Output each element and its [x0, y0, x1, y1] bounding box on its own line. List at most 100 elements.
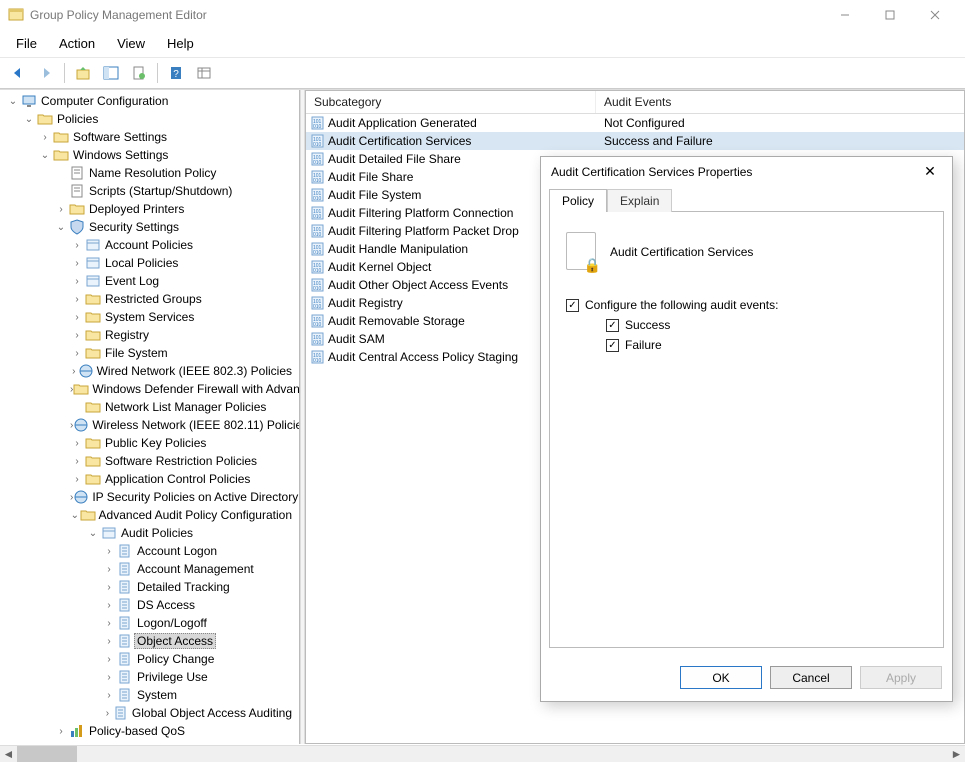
failure-checkbox[interactable]: ✓: [606, 339, 619, 352]
tree-account-policies[interactable]: ›Account Policies: [2, 236, 299, 254]
expand-icon[interactable]: ›: [70, 456, 84, 467]
list-row[interactable]: 101010Audit Application GeneratedNot Con…: [306, 114, 964, 132]
expand-icon[interactable]: ›: [70, 438, 84, 449]
tree-file-system[interactable]: ›File System: [2, 344, 299, 362]
tree-system[interactable]: ›System: [2, 686, 299, 704]
tab-explain[interactable]: Explain: [607, 189, 672, 212]
expand-icon[interactable]: ›: [54, 726, 68, 737]
expand-icon[interactable]: ⌄: [70, 510, 80, 521]
expand-icon[interactable]: ›: [102, 618, 116, 629]
tree-software-restriction[interactable]: ›Software Restriction Policies: [2, 452, 299, 470]
column-subcategory[interactable]: Subcategory: [306, 91, 596, 113]
menu-help[interactable]: Help: [157, 32, 204, 55]
tree-advanced-audit[interactable]: ⌄Advanced Audit Policy Configuration: [2, 506, 299, 524]
tree-ip-security[interactable]: ›IP Security Policies on Active Director…: [2, 488, 299, 506]
tree-local-policies[interactable]: ›Local Policies: [2, 254, 299, 272]
tree-windows-settings[interactable]: ⌄Windows Settings: [2, 146, 299, 164]
tree-object-access[interactable]: ›Object Access: [2, 632, 299, 650]
menu-view[interactable]: View: [107, 32, 155, 55]
tree-detailed-tracking[interactable]: ›Detailed Tracking: [2, 578, 299, 596]
expand-icon[interactable]: ›: [70, 240, 84, 251]
tree-public-key[interactable]: ›Public Key Policies: [2, 434, 299, 452]
expand-icon[interactable]: ›: [70, 294, 84, 305]
expand-icon[interactable]: ›: [70, 258, 84, 269]
tree-policies[interactable]: ⌄Policies: [2, 110, 299, 128]
expand-icon[interactable]: ⌄: [54, 222, 68, 233]
close-button[interactable]: [912, 0, 957, 30]
list-row[interactable]: 101010Audit Certification ServicesSucces…: [306, 132, 964, 150]
expand-icon[interactable]: ⌄: [22, 114, 36, 125]
minimize-button[interactable]: [822, 0, 867, 30]
cancel-button[interactable]: Cancel: [770, 666, 852, 689]
tree-policy-change[interactable]: ›Policy Change: [2, 650, 299, 668]
tree-system-services[interactable]: ›System Services: [2, 308, 299, 326]
tree-scripts[interactable]: ·Scripts (Startup/Shutdown): [2, 182, 299, 200]
tree-admin-templates[interactable]: ›Administrative Templates: Policy defini…: [2, 740, 299, 744]
tree-account-logon[interactable]: ›Account Logon: [2, 542, 299, 560]
tree-item-icon: [84, 399, 102, 415]
configure-checkbox[interactable]: ✓: [566, 299, 579, 312]
expand-icon[interactable]: ›: [70, 330, 84, 341]
expand-icon[interactable]: ›: [38, 132, 52, 143]
expand-icon[interactable]: ›: [102, 654, 116, 665]
success-checkbox[interactable]: ✓: [606, 319, 619, 332]
expand-icon[interactable]: ›: [70, 312, 84, 323]
tree-restricted-groups[interactable]: ›Restricted Groups: [2, 290, 299, 308]
tree-item-icon: [68, 201, 86, 217]
expand-icon[interactable]: ›: [54, 204, 68, 215]
tree-policy-qos[interactable]: ›Policy-based QoS: [2, 722, 299, 740]
expand-icon[interactable]: ⌄: [6, 96, 20, 107]
expand-icon[interactable]: ›: [102, 672, 116, 683]
horizontal-scrollbar[interactable]: ◄ ►: [0, 745, 965, 762]
tree-security-settings[interactable]: ⌄Security Settings: [2, 218, 299, 236]
forward-button[interactable]: [34, 62, 58, 84]
expand-icon[interactable]: ›: [102, 690, 116, 701]
tree-app-control[interactable]: ›Application Control Policies: [2, 470, 299, 488]
expand-icon[interactable]: ›: [70, 348, 84, 359]
tree-defender-firewall[interactable]: ›Windows Defender Firewall with Advanced…: [2, 380, 299, 398]
tree-wireless-network[interactable]: ›Wireless Network (IEEE 802.11) Policies: [2, 416, 299, 434]
back-button[interactable]: [6, 62, 30, 84]
scroll-left-arrow[interactable]: ◄: [0, 746, 17, 762]
show-hide-tree-button[interactable]: [99, 62, 123, 84]
dialog-close-button[interactable]: ✕: [918, 163, 942, 180]
tree-privilege-use[interactable]: ›Privilege Use: [2, 668, 299, 686]
expand-icon[interactable]: ›: [102, 564, 116, 575]
expand-icon[interactable]: ›: [102, 708, 113, 719]
expand-icon[interactable]: ›: [70, 474, 84, 485]
column-audit-events[interactable]: Audit Events: [596, 91, 964, 113]
tree-registry[interactable]: ›Registry: [2, 326, 299, 344]
tree-account-management[interactable]: ›Account Management: [2, 560, 299, 578]
menu-action[interactable]: Action: [49, 32, 105, 55]
tree-name-resolution[interactable]: ·Name Resolution Policy: [2, 164, 299, 182]
expand-icon[interactable]: ›: [70, 366, 78, 377]
tree-event-log[interactable]: ›Event Log: [2, 272, 299, 290]
tree-audit-policies[interactable]: ⌄Audit Policies: [2, 524, 299, 542]
export-list-button[interactable]: [127, 62, 151, 84]
filter-button[interactable]: [192, 62, 216, 84]
tab-policy[interactable]: Policy: [549, 189, 607, 212]
scroll-right-arrow[interactable]: ►: [948, 746, 965, 762]
tree-global-object-access[interactable]: ›Global Object Access Auditing: [2, 704, 299, 722]
expand-icon[interactable]: ›: [70, 276, 84, 287]
apply-button[interactable]: Apply: [860, 666, 942, 689]
expand-icon[interactable]: ⌄: [38, 150, 52, 161]
scroll-thumb[interactable]: [17, 746, 77, 762]
expand-icon[interactable]: ›: [102, 546, 116, 557]
expand-icon[interactable]: ›: [102, 582, 116, 593]
tree-computer-configuration[interactable]: ⌄Computer Configuration: [2, 92, 299, 110]
help-button[interactable]: ?: [164, 62, 188, 84]
expand-icon[interactable]: ›: [102, 600, 116, 611]
tree-deployed-printers[interactable]: ›Deployed Printers: [2, 200, 299, 218]
tree-software-settings[interactable]: ›Software Settings: [2, 128, 299, 146]
expand-icon[interactable]: ⌄: [86, 528, 100, 539]
ok-button[interactable]: OK: [680, 666, 762, 689]
tree-network-list[interactable]: ·Network List Manager Policies: [2, 398, 299, 416]
maximize-button[interactable]: [867, 0, 912, 30]
tree-logon-logoff[interactable]: ›Logon/Logoff: [2, 614, 299, 632]
menu-file[interactable]: File: [6, 32, 47, 55]
expand-icon[interactable]: ›: [102, 636, 116, 647]
tree-wired-network[interactable]: ›Wired Network (IEEE 802.3) Policies: [2, 362, 299, 380]
up-button[interactable]: [71, 62, 95, 84]
tree-ds-access[interactable]: ›DS Access: [2, 596, 299, 614]
